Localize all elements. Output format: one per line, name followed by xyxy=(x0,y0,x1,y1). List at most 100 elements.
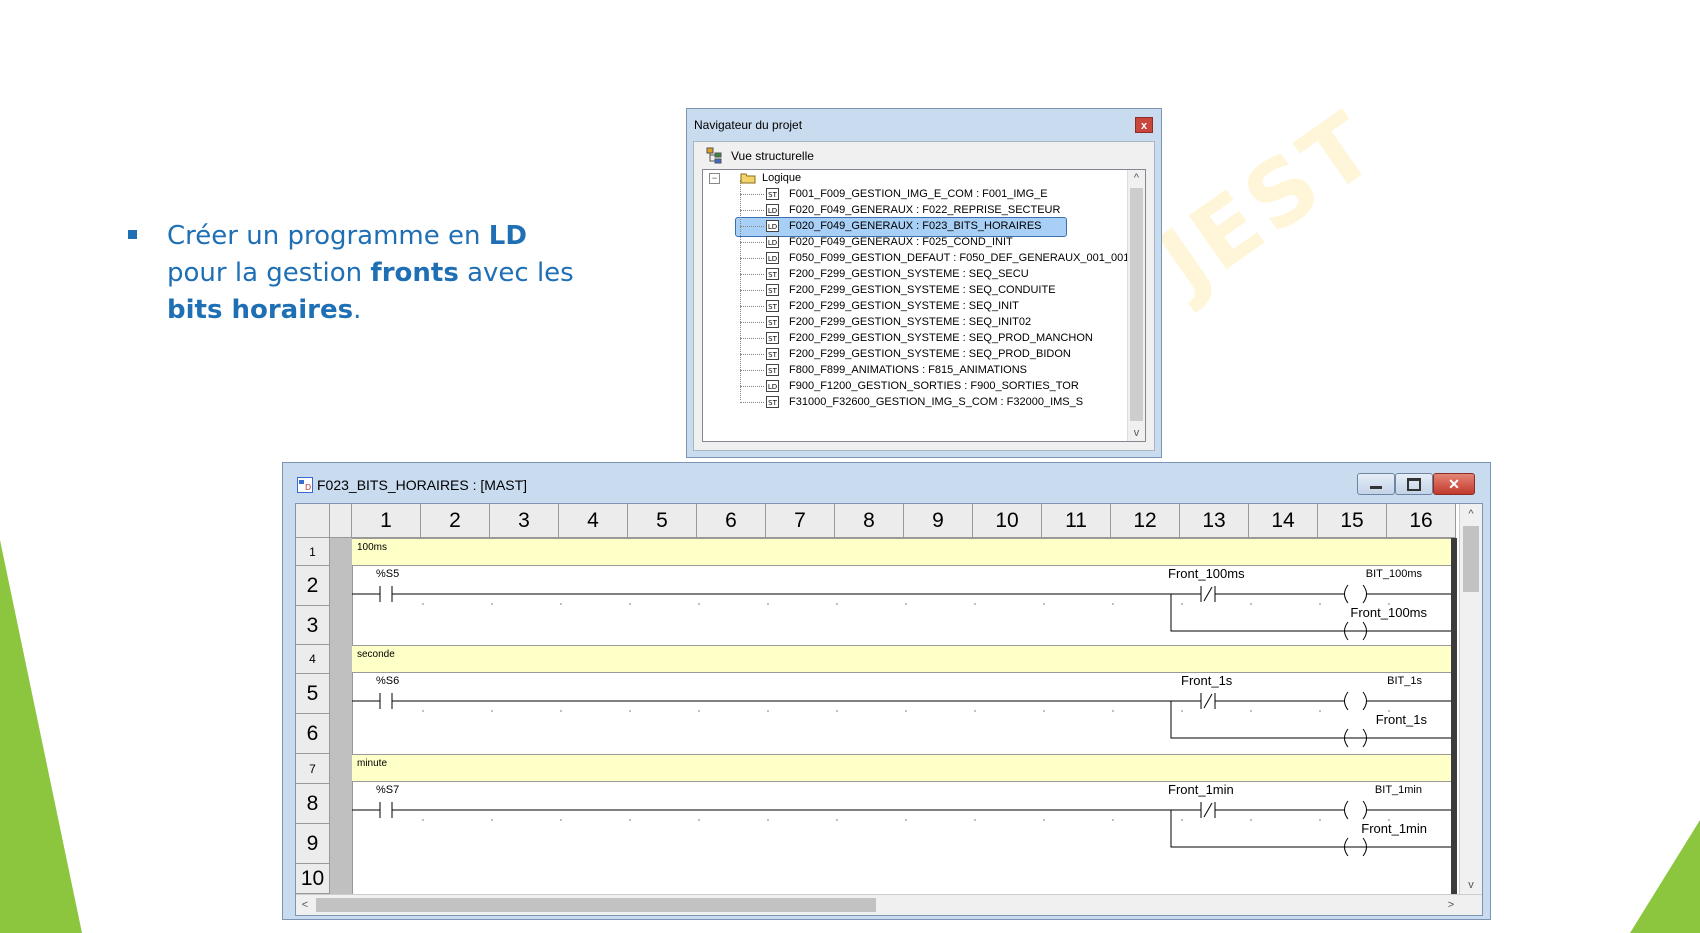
tree-connector xyxy=(740,338,764,339)
tree-item[interactable]: ST F31000_F32600_GESTION_IMG_S_COM : F320… xyxy=(766,394,1083,410)
grid-dot xyxy=(698,710,700,712)
coil-right-arc xyxy=(1362,691,1367,711)
horizontal-scrollbar-thumb[interactable] xyxy=(316,898,876,912)
ld-file-icon: LD xyxy=(766,204,779,216)
horizontal-scrollbar[interactable]: < > xyxy=(296,894,1482,915)
ld-file-icon: LD xyxy=(766,236,779,248)
tree-connector xyxy=(740,210,764,211)
collapse-icon[interactable]: − xyxy=(709,172,720,184)
tree-item[interactable]: ST F001_F009_GESTION_IMG_E_COM : F001_IMG… xyxy=(766,186,1048,202)
grid-dot xyxy=(1319,710,1321,712)
column-header[interactable]: 14 xyxy=(1249,504,1318,538)
input-contact-label: %S6 xyxy=(376,675,400,687)
green-corner-right xyxy=(1630,820,1700,933)
grid-dot xyxy=(974,603,976,605)
column-header[interactable]: 12 xyxy=(1111,504,1180,538)
column-header[interactable]: 3 xyxy=(490,504,559,538)
column-header[interactable]: 10 xyxy=(973,504,1042,538)
ladder-editor-window: D F023_BITS_HORAIRES : [MAST] ✕ 12345678… xyxy=(282,462,1491,920)
watermark: JEST xyxy=(1141,91,1396,314)
column-header[interactable]: 6 xyxy=(697,504,766,538)
column-header[interactable]: 4 xyxy=(559,504,628,538)
tree-root-logique[interactable]: − Logique xyxy=(709,170,801,186)
st-file-icon: ST xyxy=(766,396,779,408)
navigator-close-button[interactable]: x xyxy=(1135,117,1153,133)
tree-connector xyxy=(740,354,764,355)
tree-item[interactable]: ST F200_F299_GESTION_SYSTEME : SEQ_INIT02 xyxy=(766,314,1031,330)
minimize-button[interactable] xyxy=(1357,473,1395,495)
tree-view-icon xyxy=(706,147,722,164)
tree-item[interactable]: ST F200_F299_GESTION_SYSTEME : SEQ_CONDUI… xyxy=(766,282,1056,298)
tree-connector xyxy=(740,258,764,259)
st-file-icon: ST xyxy=(766,268,779,280)
scroll-up-icon[interactable]: ^ xyxy=(1460,506,1482,522)
column-header[interactable]: 11 xyxy=(1042,504,1111,538)
tree-connector xyxy=(740,242,764,243)
tree-scrollbar-thumb[interactable] xyxy=(1130,188,1143,421)
grid-dot xyxy=(836,710,838,712)
grid-dot xyxy=(1319,603,1321,605)
wire-segment xyxy=(1203,586,1213,602)
column-header[interactable]: 15 xyxy=(1318,504,1387,538)
tree-scrollbar[interactable]: ^ v xyxy=(1127,170,1145,441)
tree-item[interactable]: ST F200_F299_GESTION_SYSTEME : SEQ_SECU xyxy=(766,266,1029,282)
corner-cell xyxy=(296,504,330,538)
tree-connector xyxy=(740,370,764,371)
grid-dot xyxy=(698,603,700,605)
project-navigator-window: Navigateur du projet x Vue structurelle … xyxy=(686,108,1162,458)
column-header[interactable]: 5 xyxy=(628,504,697,538)
column-header[interactable]: 1 xyxy=(352,504,421,538)
grid-dot xyxy=(422,710,424,712)
tree-item[interactable]: LD F020_F049_GENERAUX : F022_REPRISE_SECT… xyxy=(766,202,1060,218)
column-header[interactable]: 2 xyxy=(421,504,490,538)
tree-item[interactable]: LD F020_F049_GENERAUX : F023_BITS_HORAIRE… xyxy=(766,218,1042,234)
column-header[interactable]: 16 xyxy=(1387,504,1456,538)
tree-item-label: F050_F099_GESTION_DEFAUT : F050_DEF_GENE… xyxy=(789,252,1136,264)
edge-contact-label: Front_100ms xyxy=(1168,566,1245,581)
tree-item[interactable]: ST F800_F899_ANIMATIONS : F815_ANIMATIONS xyxy=(766,362,1027,378)
tree-item-label: F020_F049_GENERAUX : F025_COND_INIT xyxy=(789,236,1013,248)
tree-item[interactable]: LD F050_F099_GESTION_DEFAUT : F050_DEF_GE… xyxy=(766,250,1135,266)
tree-connector xyxy=(740,402,764,403)
column-header[interactable]: 9 xyxy=(904,504,973,538)
column-header[interactable]: 7 xyxy=(766,504,835,538)
coil-left-arc xyxy=(1344,800,1349,820)
grid-dot xyxy=(1043,819,1045,821)
scroll-right-icon[interactable]: > xyxy=(1444,897,1458,913)
tree-item[interactable]: LD F900_F1200_GESTION_SORTIES : F900_SORT… xyxy=(766,378,1079,394)
grid-dot xyxy=(1181,710,1183,712)
coil-right-arc xyxy=(1362,584,1367,604)
input-contact-label: %S7 xyxy=(376,784,400,796)
tree-item-label: F200_F299_GESTION_SYSTEME : SEQ_SECU xyxy=(789,268,1029,280)
output-coil-label: BIT_1s xyxy=(1387,675,1422,687)
structural-view-header[interactable]: Vue structurelle xyxy=(706,147,814,164)
tree-item[interactable]: ST F200_F299_GESTION_SYSTEME : SEQ_INIT xyxy=(766,298,1019,314)
memo-coil-label: Front_100ms xyxy=(1350,605,1427,620)
scroll-down-icon[interactable]: v xyxy=(1128,425,1145,441)
scroll-left-icon[interactable]: < xyxy=(298,897,312,913)
bullet-text: Créer un programme en LD pour la gestion… xyxy=(167,221,574,325)
tree-connector xyxy=(740,274,764,275)
grid-dot xyxy=(560,603,562,605)
tree-item[interactable]: ST F200_F299_GESTION_SYSTEME : SEQ_PROD_M… xyxy=(766,330,1093,346)
tree-connector xyxy=(740,386,764,387)
grid-dot xyxy=(1181,603,1183,605)
minimize-icon xyxy=(1370,485,1382,489)
grid-dot xyxy=(491,603,493,605)
vertical-scrollbar[interactable]: ^ v xyxy=(1459,504,1482,895)
st-file-icon: ST xyxy=(766,364,779,376)
tree-item[interactable]: LD F020_F049_GENERAUX : F025_COND_INIT xyxy=(766,234,1013,250)
column-header[interactable]: 13 xyxy=(1180,504,1249,538)
right-power-rail xyxy=(1451,538,1457,895)
tree-item[interactable]: ST F200_F299_GESTION_SYSTEME : SEQ_PROD_B… xyxy=(766,346,1071,362)
vertical-scrollbar-thumb[interactable] xyxy=(1463,526,1479,592)
tree-item-label: F200_F299_GESTION_SYSTEME : SEQ_PROD_BID… xyxy=(789,348,1071,360)
scroll-up-icon[interactable]: ^ xyxy=(1128,170,1145,186)
scroll-down-icon[interactable]: v xyxy=(1460,877,1482,893)
tree-item-label: F001_F009_GESTION_IMG_E_COM : F001_IMG_E xyxy=(789,188,1048,200)
column-header[interactable]: 8 xyxy=(835,504,904,538)
close-button[interactable]: ✕ xyxy=(1433,473,1475,495)
maximize-button[interactable] xyxy=(1395,473,1433,495)
ladder-grid[interactable]: 1 2 3 4 5 6 7 8 9 10 11 12 13 14 15 16 1 2 3 4 5 6 7 8 9 10 100m… xyxy=(295,503,1483,916)
corner-cell-2 xyxy=(330,504,352,538)
